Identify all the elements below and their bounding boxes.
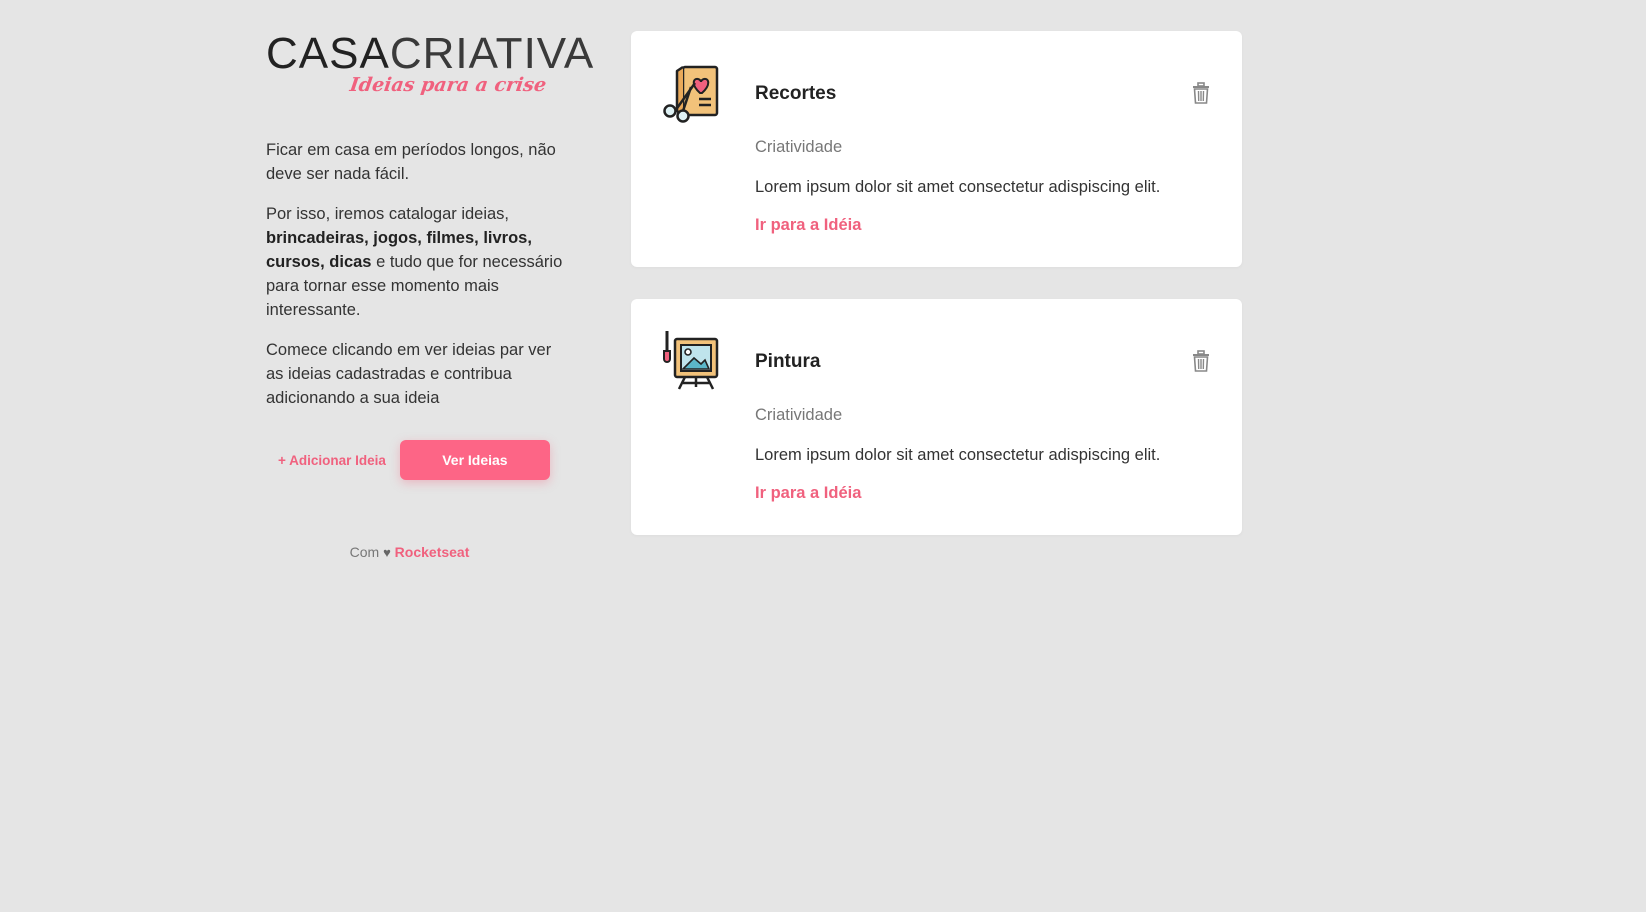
card-go-to-idea-link[interactable]: Ir para a Idéia [755, 216, 861, 235]
card-category: Criatividade [755, 138, 843, 156]
intro-text: Ficar em casa em períodos longos, não de… [266, 138, 571, 410]
logo: CASACRIATIVA Ideias para a crise [266, 29, 593, 102]
intro-paragraph-3: Comece clicando em ver ideias par ver as… [266, 341, 552, 407]
intro-paragraph-2: Por isso, iremos catalogar ideias, brinc… [266, 202, 571, 322]
ideas-list: Recortes Criatividade Lorem ipsum dolor … [631, 31, 1242, 567]
trash-icon[interactable] [1190, 349, 1212, 373]
card-description: Lorem ipsum dolor sit amet consectetur a… [755, 446, 1161, 464]
card-go-to-idea-link[interactable]: Ir para a Idéia [755, 484, 861, 503]
intro-p2-start: Por isso, iremos catalogar ideias, [266, 205, 510, 223]
card-title: Pintura [755, 351, 821, 372]
logo-wordmark: CASACRIATIVA [266, 29, 593, 78]
logo-tagline: Ideias para a crise [348, 74, 548, 96]
logo-criativa: CRIATIVA [389, 29, 595, 78]
intro-paragraph-1: Ficar em casa em períodos longos, não de… [266, 141, 556, 183]
card-category: Criatividade [755, 406, 843, 424]
logo-casa: CASA [266, 29, 390, 78]
footer-brand-link[interactable]: Rocketseat [395, 544, 470, 560]
heart-icon: ♥ [383, 545, 391, 560]
footer: Com ♥ Rocketseat [266, 544, 571, 560]
card-description: Lorem ipsum dolor sit amet consectetur a… [755, 178, 1161, 196]
sidebar: CASACRIATIVA Ideias para a crise Ficar e… [266, 29, 593, 561]
trash-icon[interactable] [1190, 81, 1212, 105]
add-idea-button[interactable]: + Adicionar Ideia [278, 453, 386, 468]
actions: + Adicionar Ideia Ver Ideias [266, 440, 571, 480]
idea-card: Pintura Criatividade Lorem ipsum dolor s… [631, 299, 1242, 535]
scissors-card-icon [663, 65, 719, 123]
easel-painting-icon [663, 331, 719, 390]
view-ideas-button[interactable]: Ver Ideias [399, 440, 550, 480]
footer-prefix: Com [349, 544, 380, 560]
idea-card: Recortes Criatividade Lorem ipsum dolor … [631, 31, 1242, 267]
card-title: Recortes [755, 83, 837, 104]
page: CASACRIATIVA Ideias para a crise Ficar e… [0, 0, 1646, 912]
